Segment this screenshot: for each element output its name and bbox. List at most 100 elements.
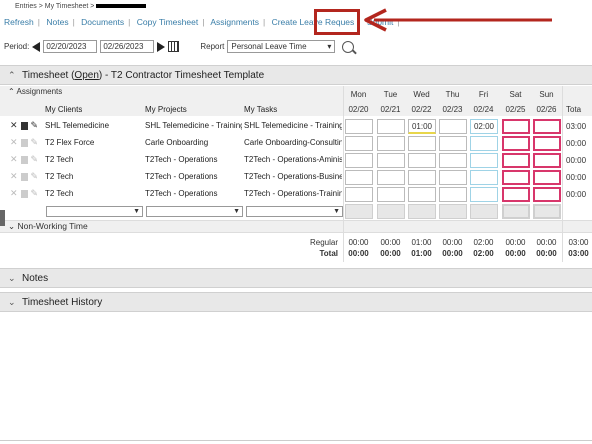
col-clients: My Clients	[45, 105, 83, 114]
assignments-toggle[interactable]: ⌃ Assignments	[8, 87, 62, 96]
time-input[interactable]	[439, 119, 467, 134]
time-input[interactable]	[470, 187, 498, 202]
time-input[interactable]	[345, 153, 373, 168]
non-working-toggle[interactable]: ⌄ Non-Working Time	[8, 221, 88, 232]
time-input[interactable]	[377, 170, 405, 185]
day-date-5: 02/25	[505, 105, 526, 114]
period-row: Period: 02/20/2023 02/26/2023 Report Per…	[4, 40, 355, 53]
time-input[interactable]	[502, 187, 530, 202]
search-icon[interactable]	[342, 40, 355, 53]
time-input[interactable]: 02:00	[470, 119, 498, 134]
copy-icon[interactable]	[20, 172, 28, 181]
copy-icon[interactable]	[20, 121, 28, 130]
edit-icon[interactable]: ✎	[31, 188, 39, 199]
chevron-down-icon: ⌄	[8, 221, 16, 231]
annotation-arrow-icon	[364, 8, 552, 32]
day-date-1: 02/21	[380, 105, 401, 114]
edit-icon[interactable]: ✎	[31, 171, 39, 182]
add-task-select[interactable]: ▼	[246, 206, 343, 217]
time-input[interactable]	[377, 153, 405, 168]
time-input[interactable]	[345, 119, 373, 134]
row-project: SHL Telemedicine - Training	[145, 121, 242, 130]
add-client-select[interactable]: ▼	[46, 206, 143, 217]
notes-header[interactable]: ⌄ Notes	[0, 268, 592, 288]
time-input[interactable]	[502, 119, 530, 134]
edit-icon[interactable]: ✎	[31, 120, 39, 131]
report-select[interactable]: Personal Leave Time ▾	[227, 40, 336, 53]
edit-icon[interactable]: ✎	[31, 137, 39, 148]
period-label: Period:	[4, 42, 30, 51]
documents-link[interactable]: Documents	[81, 17, 124, 27]
timesheet-header[interactable]: ⌃ Timesheet (Open) - T2 Contractor Times…	[0, 65, 592, 85]
time-input[interactable]	[345, 136, 373, 151]
time-input[interactable]	[377, 187, 405, 202]
time-input[interactable]	[533, 170, 561, 185]
delete-icon[interactable]: ✕	[10, 154, 18, 165]
grand-total: 03:00	[568, 249, 589, 258]
time-input[interactable]	[377, 136, 405, 151]
copy-icon[interactable]	[20, 138, 28, 147]
time-input[interactable]	[345, 170, 373, 185]
time-input[interactable]	[533, 136, 561, 151]
time-input[interactable]	[439, 187, 467, 202]
regular-total: 00:00	[505, 238, 526, 247]
delete-icon[interactable]: ✕	[10, 137, 18, 148]
previous-period-icon[interactable]	[32, 41, 41, 52]
row-project: T2Tech - Operations	[145, 189, 218, 198]
regular-total: 02:00	[473, 238, 494, 247]
empty-time-cell	[377, 204, 405, 219]
time-input[interactable]	[345, 187, 373, 202]
row-actions: ✕ ✎	[10, 120, 38, 131]
regular-total: 00:00	[380, 238, 401, 247]
grid-divider	[343, 86, 344, 262]
refresh-link[interactable]: Refresh	[4, 17, 34, 27]
time-input[interactable]	[533, 153, 561, 168]
delete-icon[interactable]: ✕	[10, 120, 18, 131]
time-input[interactable]	[439, 153, 467, 168]
time-input[interactable]	[377, 119, 405, 134]
assignments-link[interactable]: Assignments	[210, 17, 259, 27]
row-task: T2Tech - Operations-Aminist	[244, 155, 342, 164]
time-input[interactable]	[502, 153, 530, 168]
row-total: 00:00	[566, 139, 587, 148]
delete-icon[interactable]: ✕	[10, 171, 18, 182]
grand-total: 00:00	[536, 249, 557, 258]
history-header[interactable]: ⌄ Timesheet History	[0, 292, 592, 312]
copy-icon[interactable]	[20, 155, 28, 164]
non-working-band	[0, 220, 592, 233]
time-input[interactable]	[439, 136, 467, 151]
time-input[interactable]: 01:00	[408, 119, 436, 134]
time-input[interactable]	[470, 170, 498, 185]
row-project: Carle Onboarding	[145, 138, 209, 147]
delete-icon[interactable]: ✕	[10, 188, 18, 199]
regular-total: 00:00	[348, 238, 369, 247]
empty-time-cell	[345, 204, 373, 219]
notes-link[interactable]: Notes	[46, 17, 68, 27]
row-task: T2Tech - Operations-Trainin	[244, 189, 342, 198]
calendar-icon[interactable]	[168, 41, 180, 52]
time-input[interactable]	[439, 170, 467, 185]
regular-total: 00:00	[442, 238, 463, 247]
edit-icon[interactable]: ✎	[31, 154, 39, 165]
time-input[interactable]	[408, 187, 436, 202]
side-panel-handle[interactable]	[0, 210, 5, 226]
time-input[interactable]	[408, 153, 436, 168]
period-end-input[interactable]: 02/26/2023	[100, 40, 155, 53]
add-project-select[interactable]: ▼	[146, 206, 243, 217]
row-task: T2Tech - Operations-Busines	[244, 172, 342, 181]
time-input[interactable]	[502, 170, 530, 185]
period-start-input[interactable]: 02/20/2023	[43, 40, 98, 53]
time-input[interactable]	[470, 136, 498, 151]
next-period-icon[interactable]	[157, 41, 166, 52]
time-input[interactable]	[408, 136, 436, 151]
time-input[interactable]	[408, 170, 436, 185]
day-name-0: Mon	[350, 90, 367, 99]
copy-timesheet-link[interactable]: Copy Timesheet	[137, 17, 198, 27]
time-input[interactable]	[502, 136, 530, 151]
row-total: 00:00	[566, 173, 587, 182]
copy-icon[interactable]	[20, 189, 28, 198]
day-name-3: Thu	[445, 90, 460, 99]
time-input[interactable]	[533, 187, 561, 202]
time-input[interactable]	[470, 153, 498, 168]
time-input[interactable]	[533, 119, 561, 134]
